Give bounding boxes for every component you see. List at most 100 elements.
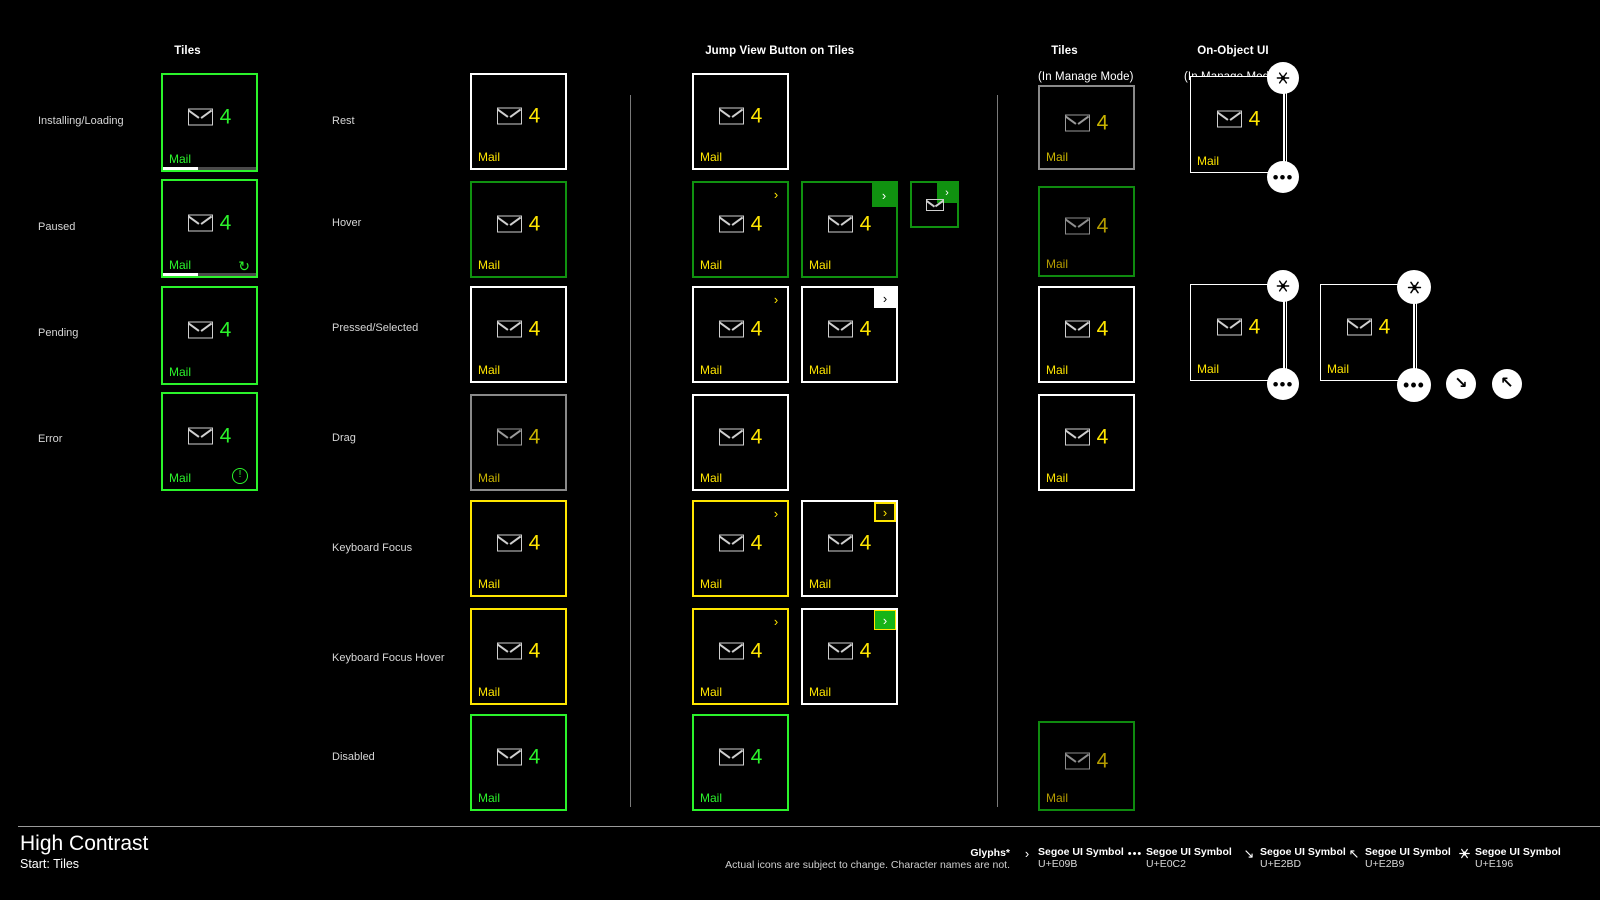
- tile-state-keyboard-focus[interactable]: 4 Mail: [470, 500, 567, 597]
- tile-badge-count: 4: [528, 639, 541, 663]
- row-label-pending: Pending: [38, 327, 79, 339]
- tile-name: Mail: [700, 685, 723, 699]
- chevron-right-icon: ›: [945, 186, 949, 199]
- resize-larger-button[interactable]: ↘: [1446, 369, 1476, 399]
- glyph-code-point: U+E2B9: [1365, 858, 1405, 870]
- glyph-font-name: Segoe UI Symbol: [1475, 846, 1561, 858]
- unpin-button-1[interactable]: [1267, 62, 1299, 94]
- tile-badge-count: 4: [528, 212, 541, 236]
- unpin-icon: [1407, 281, 1421, 293]
- tile-manage-pressed[interactable]: 4 Mail: [1038, 286, 1135, 383]
- tile-badge-count: 4: [1096, 317, 1109, 341]
- tile-name: Mail: [700, 363, 723, 377]
- envelope-icon: [1064, 752, 1090, 770]
- envelope-icon: [496, 534, 522, 552]
- jump-view-button[interactable]: ›: [874, 610, 896, 630]
- jump-view-button[interactable]: ›: [872, 183, 896, 207]
- tile-jump-keyboard-focus-hover-button[interactable]: › 4 Mail: [801, 608, 898, 705]
- tile-state-rest[interactable]: 4 Mail: [470, 73, 567, 170]
- chevron-right-icon: ›: [881, 187, 887, 203]
- page-title: High Contrast: [20, 832, 149, 855]
- row-label-rest: Rest: [332, 115, 355, 127]
- envelope-icon: [827, 534, 853, 552]
- tile-badge-count: 4: [750, 317, 763, 341]
- tile-name: Mail: [478, 791, 501, 805]
- tile-state-drag[interactable]: 4 Mail: [470, 394, 567, 491]
- error-icon-glyph: !: [238, 469, 242, 480]
- tile-manage-drag[interactable]: 4 Mail: [1038, 394, 1135, 491]
- tile-jump-rest[interactable]: 4 Mail: [692, 73, 789, 170]
- unpin-button-2[interactable]: [1267, 270, 1299, 302]
- envelope-icon: [187, 427, 213, 445]
- jump-view-button[interactable]: ›: [765, 502, 787, 524]
- tile-pending[interactable]: 4 Mail: [161, 286, 258, 385]
- tile-name: Mail: [1046, 257, 1069, 271]
- tile-name: Mail: [700, 258, 723, 272]
- ellipsis-icon: •••: [1127, 848, 1143, 860]
- tile-jump-disabled: 4 Mail: [692, 714, 789, 811]
- more-options-button-2[interactable]: •••: [1267, 368, 1299, 400]
- more-options-button-3[interactable]: •••: [1397, 368, 1431, 402]
- tile-paused[interactable]: 4 Mail ↻: [161, 179, 258, 278]
- tile-name: Mail: [809, 363, 832, 377]
- tile-state-keyboard-focus-hover[interactable]: 4 Mail: [470, 608, 567, 705]
- refresh-icon: ↻: [238, 258, 250, 274]
- envelope-icon: [187, 108, 213, 126]
- high-contrast-tiles-spec-canvas: Tiles Jump View Button on Tiles Tiles (I…: [0, 0, 1600, 900]
- unpin-icon: [1276, 280, 1290, 292]
- tile-jump-small[interactable]: ›: [910, 181, 959, 228]
- unpin-button-3[interactable]: [1397, 270, 1431, 304]
- tile-state-pressed[interactable]: 4 Mail: [470, 286, 567, 383]
- chevron-right-icon: ›: [1024, 846, 1030, 861]
- tile-badge-count: 4: [750, 212, 763, 236]
- tile-jump-drag[interactable]: 4 Mail: [692, 394, 789, 491]
- onobject-connector-2: [1283, 298, 1285, 372]
- tile-name: Mail: [700, 150, 723, 164]
- tile-manage-hover[interactable]: 4 Mail: [1038, 186, 1135, 277]
- tile-jump-pressed-button-pressed[interactable]: › 4 Mail: [801, 286, 898, 383]
- tile-name: Mail: [700, 471, 723, 485]
- resize-smaller-button[interactable]: ↖: [1492, 369, 1522, 399]
- tile-jump-hover-button-hover[interactable]: › 4 Mail: [801, 181, 898, 278]
- jump-view-button[interactable]: ›: [874, 502, 896, 522]
- chevron-right-icon: ›: [773, 613, 779, 629]
- tile-state-hover[interactable]: 4 Mail: [470, 181, 567, 278]
- row-label-installing: Installing/Loading: [38, 115, 124, 127]
- envelope-icon: [1064, 217, 1090, 235]
- envelope-icon: [718, 534, 744, 552]
- tile-jump-keyboard-focus-hover[interactable]: › 4 Mail: [692, 608, 789, 705]
- more-options-button-1[interactable]: •••: [1267, 161, 1299, 193]
- tile-name: Mail: [169, 471, 192, 485]
- unpin-icon: [1455, 846, 1473, 861]
- tile-name: Mail: [1046, 150, 1069, 164]
- row-label-error: Error: [38, 433, 63, 445]
- column-header-tiles: Tiles: [161, 32, 201, 71]
- tile-jump-pressed[interactable]: › 4 Mail: [692, 286, 789, 383]
- jump-view-button[interactable]: ›: [874, 288, 896, 308]
- jump-view-button[interactable]: ›: [765, 288, 787, 310]
- tile-badge-count: 4: [219, 318, 232, 342]
- tile-badge-count: 4: [528, 425, 541, 449]
- envelope-icon: [718, 320, 744, 338]
- envelope-icon: [718, 107, 744, 125]
- envelope-icon: [718, 215, 744, 233]
- tile-jump-hover[interactable]: › 4 Mail: [692, 181, 789, 278]
- row-label-paused: Paused: [38, 221, 76, 233]
- footer-divider: [18, 826, 1600, 827]
- tile-state-disabled: 4 Mail: [470, 714, 567, 811]
- tile-jump-keyboard-focus[interactable]: › 4 Mail: [692, 500, 789, 597]
- tile-error[interactable]: 4 Mail !: [161, 392, 258, 491]
- jump-view-button[interactable]: ›: [765, 610, 787, 632]
- jump-view-button[interactable]: ›: [765, 183, 787, 205]
- envelope-icon: [496, 215, 522, 233]
- tile-installing-loading[interactable]: 4 Mail: [161, 73, 258, 172]
- tile-badge-count: 4: [859, 531, 872, 555]
- tile-badge-count: 4: [528, 531, 541, 555]
- envelope-icon: [827, 215, 853, 233]
- tile-manage-rest[interactable]: 4 Mail: [1038, 85, 1135, 170]
- tile-jump-keyboard-focus-button[interactable]: › 4 Mail: [801, 500, 898, 597]
- envelope-icon: [827, 320, 853, 338]
- envelope-icon: [496, 320, 522, 338]
- progress-bar: [163, 167, 256, 170]
- tile-name: Mail: [169, 365, 192, 379]
